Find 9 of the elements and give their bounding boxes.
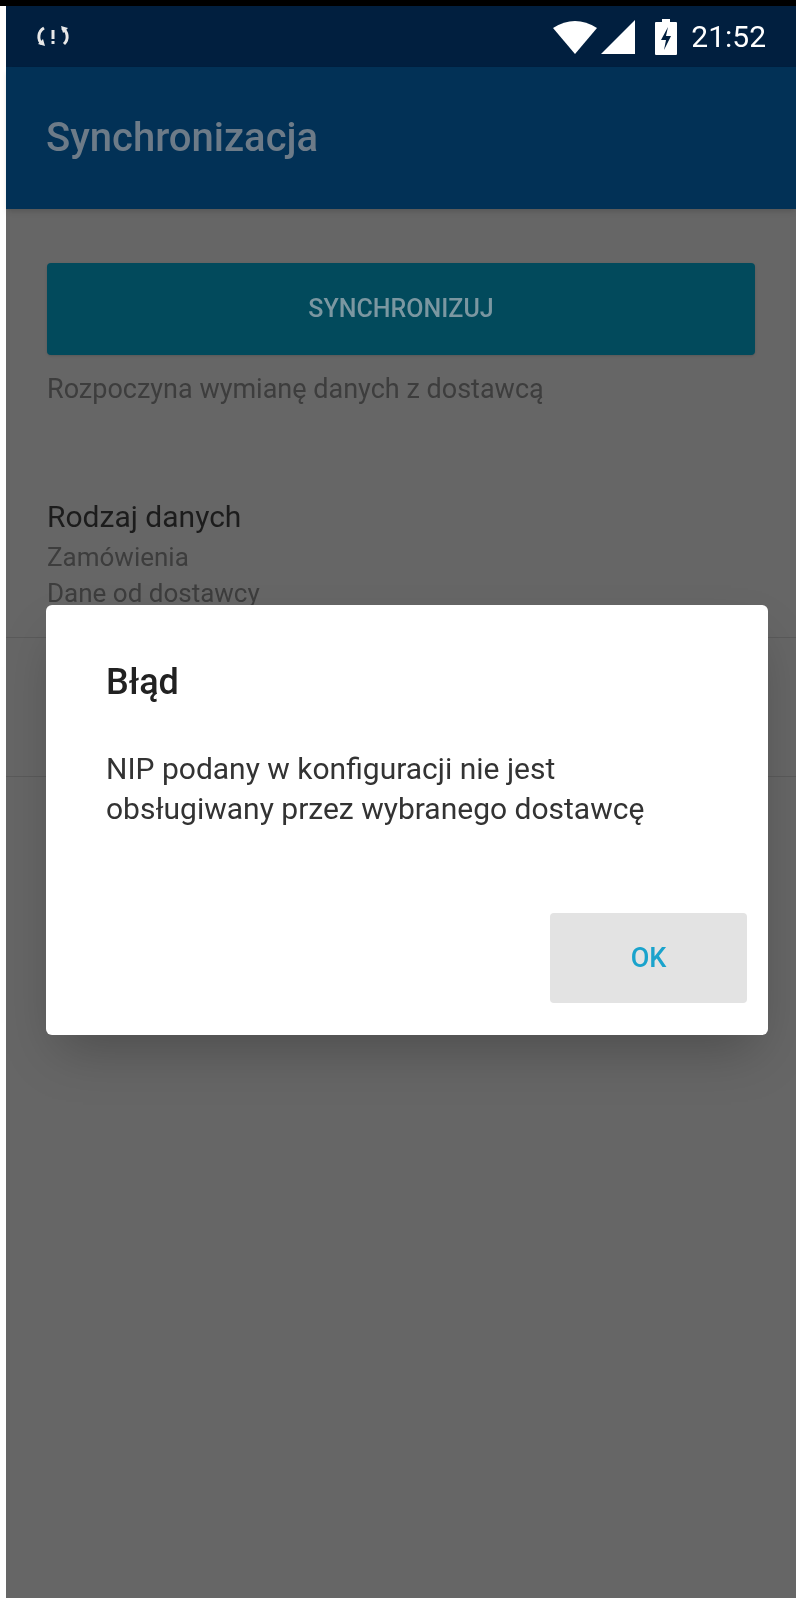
cell-signal-icon xyxy=(601,19,636,54)
battery-charging-icon xyxy=(655,18,678,55)
wifi-icon xyxy=(553,19,598,54)
screen-title: Synchronizacja xyxy=(46,113,319,163)
dialog-title: Błąd xyxy=(106,660,180,705)
dialog-message: NIP podany w konfiguracji nie jest obsługiwany przez wybranego dostawcę xyxy=(106,750,646,828)
status-time: 21:52 xyxy=(691,18,766,56)
ok-button[interactable]: OK xyxy=(550,913,747,1003)
data-type-title: Rodzaj danych xyxy=(47,497,243,536)
